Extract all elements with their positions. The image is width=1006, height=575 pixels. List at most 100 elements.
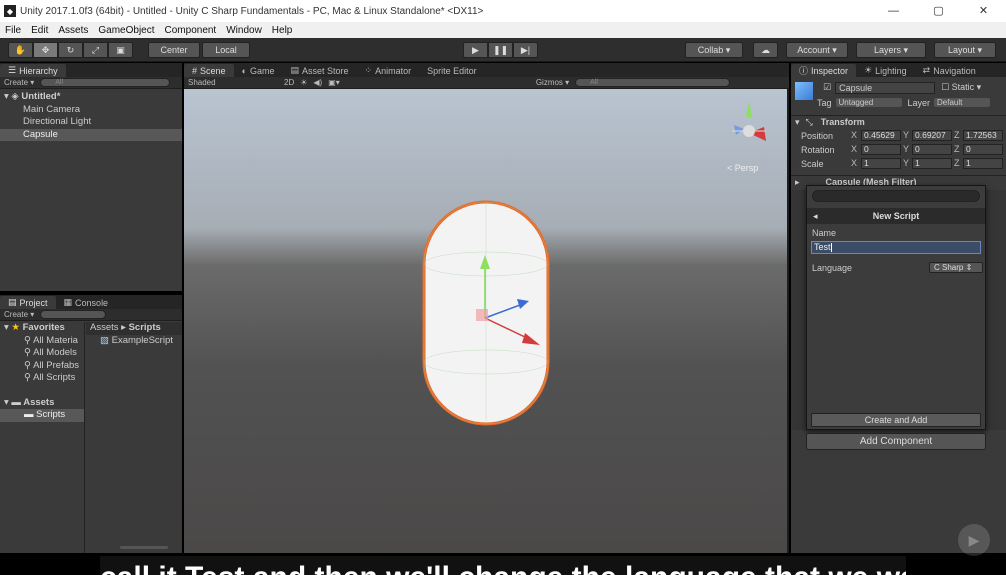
pivot-center-toggle[interactable]: Center [148,42,200,58]
title-bar: ◆ Unity 2017.1.0f3 (64bit) - Untitled - … [0,0,1006,22]
folder-item-scripts[interactable]: ▬ Scripts [0,409,84,422]
lighting-toggle-icon[interactable]: ☀ [300,78,307,87]
2d-toggle[interactable]: 2D [284,78,294,87]
position-x-field[interactable]: 0.45629 [861,130,901,141]
gizmos-dropdown[interactable]: Gizmos ▾ [536,78,569,87]
position-z-field[interactable]: 1.72563 [963,130,1003,141]
search-icon: ⚲ [24,334,31,346]
hierarchy-panel: ☰ Hierarchy Create ▾ All ▾ ◈ Untitled* Ma… [0,63,182,291]
favorite-item[interactable]: ⚲ All Models [0,347,84,360]
add-component-button[interactable]: Add Component [806,433,986,450]
script-name-input[interactable]: Test [811,241,981,254]
static-checkbox[interactable]: ☐ Static ▾ [941,82,981,93]
zoom-slider[interactable] [120,546,168,549]
hand-tool-icon[interactable]: ✋ [8,42,33,58]
position-y-field[interactable]: 0.69207 [912,130,952,141]
menu-edit[interactable]: Edit [26,25,53,36]
project-create-button[interactable]: Create ▾ [4,310,34,319]
tab-inspector[interactable]: ⓘ Inspector [791,64,857,77]
shading-mode-dropdown[interactable]: Shaded [188,78,278,87]
star-icon: ★ [11,322,20,333]
move-tool-icon[interactable]: ✥ [33,42,58,58]
menu-gameobject[interactable]: GameObject [93,25,159,36]
lighting-icon: ☀ [864,65,873,75]
popup-search-input[interactable] [812,190,980,202]
hierarchy-item-directional-light[interactable]: Directional Light [0,116,182,129]
scene-root[interactable]: ▾ ◈ Untitled* [0,91,182,104]
hierarchy-create-button[interactable]: Create ▾ [4,78,34,87]
video-play-icon[interactable]: ▶ [958,524,990,556]
rotate-tool-icon[interactable]: ↻ [58,42,83,58]
pivot-local-toggle[interactable]: Local [202,42,250,58]
rotation-y-field[interactable]: 0 [912,144,952,155]
file-item-example-script[interactable]: ▧ ExampleScript [86,335,182,348]
play-icon[interactable]: ▶ [463,42,488,58]
tab-sprite-editor[interactable]: Sprite Editor [419,64,485,77]
audio-toggle-icon[interactable]: ◀) [313,78,322,87]
hierarchy-search-input[interactable]: All [40,78,171,87]
collab-button[interactable]: Collab ▾ [685,42,743,58]
minimize-button[interactable]: — [871,0,916,22]
menu-assets[interactable]: Assets [53,25,93,36]
step-icon[interactable]: ▶| [513,42,538,58]
hierarchy-tree: ▾ ◈ Untitled* Main Camera Directional Li… [0,91,182,141]
play-controls: ▶ ❚❚ ▶| [463,42,538,58]
pause-icon[interactable]: ❚❚ [488,42,513,58]
language-dropdown[interactable]: C Sharp ⇕ [929,262,983,273]
menu-file[interactable]: File [0,25,26,36]
favorites-node[interactable]: ▾ ★ Favorites [0,322,84,335]
cloud-icon[interactable]: ☁ [753,42,778,58]
create-and-add-button[interactable]: Create and Add [811,413,981,427]
scale-z-field[interactable]: 1 [963,158,1003,169]
scene-panel: # Scene ◐ Game ▤ Asset Store ⁘ Animator Spri… [184,63,789,553]
rect-tool-icon[interactable]: ▣ [108,42,133,58]
tab-lighting[interactable]: ☀ Lighting [856,64,915,77]
layer-dropdown[interactable]: Default [934,98,991,107]
persp-label[interactable]: < Persp [727,163,758,173]
scene-search-input[interactable]: All [575,78,731,87]
assets-node[interactable]: ▾ ▬ Assets [0,397,84,410]
hierarchy-item-main-camera[interactable]: Main Camera [0,104,182,117]
layout-dropdown[interactable]: Layout ▾ [934,42,996,58]
account-dropdown[interactable]: Account ▾ [786,42,848,58]
menu-component[interactable]: Component [160,25,222,36]
search-icon: ⚲ [24,347,31,358]
tab-navigation[interactable]: ⇄ Navigation [915,64,984,77]
popup-header: ◂ New Script [807,208,985,224]
add-component-popup: ◂ New Script Name Test Language C Sharp … [806,185,986,430]
rotation-x-field[interactable]: 0 [861,144,901,155]
rotation-z-field[interactable]: 0 [963,144,1003,155]
tab-game[interactable]: ◐ Game [234,64,283,77]
favorite-item[interactable]: ⚲ All Materia [0,335,84,348]
scale-y-field[interactable]: 1 [912,158,952,169]
tab-project[interactable]: ▤ Project [0,296,56,309]
object-name-field[interactable]: Capsule [835,81,936,94]
tag-dropdown[interactable]: Untagged [835,98,902,107]
back-arrow-icon[interactable]: ◂ [813,208,818,224]
close-button[interactable]: ✕ [961,0,1006,22]
hierarchy-item-capsule[interactable]: Capsule [0,128,182,141]
project-search-input[interactable] [40,310,107,319]
menu-window[interactable]: Window [221,25,267,36]
maximize-button[interactable]: ▢ [916,0,961,22]
tab-hierarchy[interactable]: ☰ Hierarchy [0,64,66,77]
layers-dropdown[interactable]: Layers ▾ [856,42,926,58]
tab-asset-store[interactable]: ▤ Asset Store [283,64,357,77]
favorite-item[interactable]: ⚲ All Scripts [0,372,84,385]
scale-x-field[interactable]: 1 [861,158,901,169]
active-checkbox[interactable]: ☑ [823,82,831,93]
tab-animator[interactable]: ⁘ Animator [357,64,420,77]
animator-icon: ⁘ [364,65,373,75]
scale-tool-icon[interactable]: ⤢ [83,42,108,58]
menu-help[interactable]: Help [267,25,298,36]
scene-viewport[interactable]: < Persp [184,89,787,553]
transform-header[interactable]: ▾ ⤡ Transform [791,115,1006,128]
project-content: Assets ▸ Scripts ▧ ExampleScript [86,322,182,553]
orientation-gizmo[interactable] [732,101,766,141]
tab-scene[interactable]: # Scene [184,64,234,77]
menu-bar: File Edit Assets GameObject Component Wi… [0,22,1006,38]
effects-dropdown-icon[interactable]: ▣▾ [328,78,340,87]
favorite-item[interactable]: ⚲ All Prefabs [0,360,84,373]
tab-console[interactable]: ▦ Console [56,296,117,309]
project-tree: ▾ ★ Favorites ⚲ All Materia ⚲ All Models… [0,322,85,553]
